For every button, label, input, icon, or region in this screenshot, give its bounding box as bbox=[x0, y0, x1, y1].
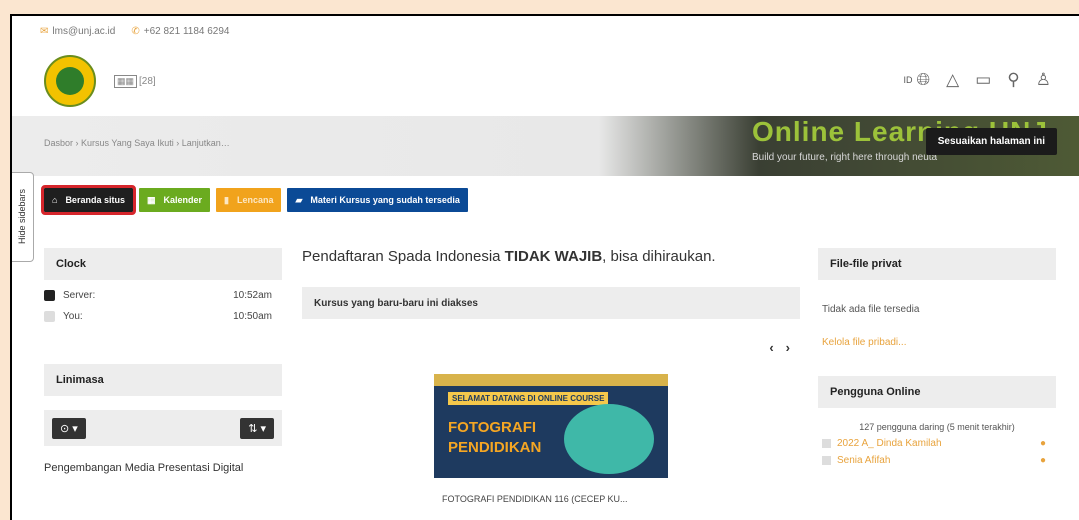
message-icon[interactable]: ▭ bbox=[975, 70, 991, 90]
unj-logo[interactable] bbox=[44, 55, 96, 107]
manage-files-link[interactable]: Kelola file pribadi... bbox=[818, 337, 1056, 348]
carousel-nav: ‹ › bbox=[769, 340, 790, 355]
thumbnail-title: FOTOGRAFI PENDIDIKAN bbox=[448, 419, 542, 456]
online-users-count: 127 pengguna daring (5 menit terakhir) bbox=[859, 422, 1015, 432]
spada-notice: Pendaftaran Spada Indonesia TIDAK WAJIB,… bbox=[302, 248, 716, 265]
thumbnail-top-strip bbox=[434, 374, 668, 386]
page-banner: Dasbor › Kursus Yang Saya Ikuti › Lanjut… bbox=[12, 116, 1079, 176]
private-files-title: File-file privat bbox=[818, 248, 1056, 280]
banner-subtitle: Build your future, right here through ne… bbox=[752, 152, 938, 163]
badges-button[interactable]: ▮ Lencana bbox=[216, 188, 282, 212]
hide-sidebars-label: Hide sidebars bbox=[17, 189, 27, 245]
hide-sidebars-button[interactable]: Hide sidebars bbox=[12, 172, 34, 262]
online-user[interactable]: 2022 A_ Dinda Kamilah ● bbox=[818, 438, 1056, 449]
server-time: 10:52am bbox=[233, 290, 272, 301]
timeline-block-title: Linimasa bbox=[44, 364, 282, 396]
course-name[interactable]: FOTOGRAFI PENDIDIKAN 116 (CECEP KU... bbox=[434, 494, 668, 504]
courses-icon: ▦▦ bbox=[114, 74, 138, 88]
contact-bar: ✉ lms@unj.ac.id ✆ +62 821 1184 6294 bbox=[12, 16, 1079, 46]
right-sidebar: File-file privat Tidak ada file tersedia… bbox=[818, 248, 1056, 466]
language-label[interactable]: ID bbox=[904, 75, 913, 85]
phone-icon: ✆ bbox=[131, 25, 140, 37]
message-user-icon[interactable]: ● bbox=[1040, 455, 1046, 466]
email-contact[interactable]: ✉ lms@unj.ac.id bbox=[40, 26, 115, 37]
user-time: 10:50am bbox=[233, 311, 272, 322]
user-avatar-icon bbox=[822, 439, 831, 448]
home-icon: ⌂ bbox=[52, 195, 58, 205]
user-avatar-icon bbox=[44, 311, 55, 322]
bookmark-icon: ▮ bbox=[224, 194, 229, 205]
timeline-course-link[interactable]: Pengembangan Media Presentasi Digital bbox=[44, 462, 282, 474]
calendar-icon: ▦ bbox=[146, 194, 156, 205]
course-materials-button[interactable]: ▰ Materi Kursus yang sudah tersedia bbox=[287, 188, 468, 212]
recent-courses-title: Kursus yang baru-baru ini diakses bbox=[302, 287, 800, 319]
online-user[interactable]: Senia Afifah ● bbox=[818, 455, 1056, 466]
calendar-button[interactable]: ▦ Kalender bbox=[138, 188, 210, 212]
server-icon bbox=[44, 290, 55, 301]
header-icons: ID 🌐︎ △ ▭ ⚲ ♙ bbox=[904, 70, 1051, 90]
timeline-controls: ⊙ ▾ ⇅ ▾ bbox=[44, 410, 282, 446]
next-arrow-icon[interactable]: › bbox=[786, 340, 790, 355]
course-count[interactable]: ▦▦ [28] bbox=[114, 74, 156, 88]
timeline-sort-dropdown[interactable]: ⇅ ▾ bbox=[240, 417, 274, 439]
prev-arrow-icon[interactable]: ‹ bbox=[769, 340, 773, 355]
timeline-filter-dropdown[interactable]: ⊙ ▾ bbox=[52, 417, 86, 439]
user-avatar-icon bbox=[822, 456, 831, 465]
thumbnail-welcome: SELAMAT DATANG DI ONLINE COURSE bbox=[448, 392, 609, 405]
course-thumbnail[interactable]: SELAMAT DATANG DI ONLINE COURSE FOTOGRAF… bbox=[434, 374, 668, 478]
no-files-text: Tidak ada file tersedia bbox=[822, 304, 920, 315]
message-user-icon[interactable]: ● bbox=[1040, 438, 1046, 449]
mail-icon: ✉ bbox=[40, 25, 49, 37]
breadcrumb[interactable]: Dasbor › Kursus Yang Saya Ikuti › Lanjut… bbox=[44, 138, 230, 148]
camera-illustration bbox=[564, 404, 654, 474]
left-sidebar: Clock Server: 10:52am You: 10:50am Linim… bbox=[44, 248, 282, 474]
search-icon[interactable]: ⚲ bbox=[1007, 70, 1019, 90]
quicklinks-bar: ⌂ Beranda situs ▦ Kalender ▮ Lencana ▰ M… bbox=[41, 185, 468, 215]
clock-block-title: Clock bbox=[44, 248, 282, 280]
main-content: Pendaftaran Spada Indonesia TIDAK WAJIB,… bbox=[302, 248, 800, 504]
home-site-button[interactable]: ⌂ Beranda situs bbox=[41, 185, 136, 215]
browser-page: ✉ lms@unj.ac.id ✆ +62 821 1184 6294 ▦▦ [28… bbox=[10, 14, 1079, 520]
user-icon[interactable]: ♙ bbox=[1036, 70, 1051, 90]
user-time-row: You: 10:50am bbox=[44, 311, 282, 322]
server-time-row: Server: 10:52am bbox=[44, 290, 282, 301]
bell-icon[interactable]: △ bbox=[946, 70, 959, 90]
logo-emblem bbox=[56, 67, 84, 95]
phone-contact[interactable]: ✆ +62 821 1184 6294 bbox=[131, 26, 229, 37]
online-users-title: Pengguna Online bbox=[818, 376, 1056, 408]
site-header: ▦▦ [28] ID 🌐︎ △ ▭ ⚲ ♙ bbox=[12, 46, 1079, 116]
course-card[interactable]: SELAMAT DATANG DI ONLINE COURSE FOTOGRAF… bbox=[434, 374, 668, 520]
customize-page-button[interactable]: Sesuaikan halaman ini bbox=[925, 128, 1057, 155]
book-icon: ▰ bbox=[295, 194, 303, 205]
globe-icon[interactable]: 🌐︎ bbox=[917, 70, 931, 90]
